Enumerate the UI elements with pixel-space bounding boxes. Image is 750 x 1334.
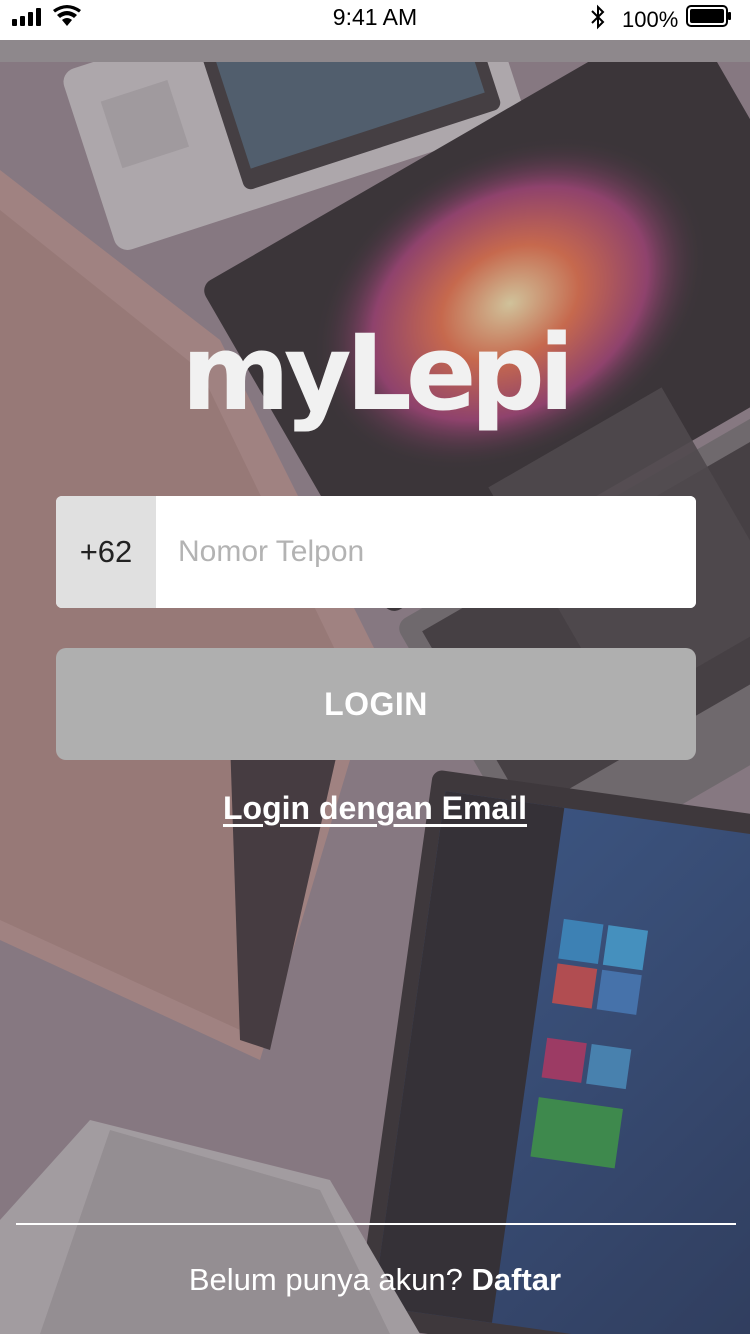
- phone-number-input[interactable]: [156, 496, 696, 608]
- status-bar: 9:41 AM 100%: [0, 0, 750, 40]
- app-logo: myLepi: [181, 312, 574, 434]
- register-link[interactable]: Daftar: [472, 1262, 562, 1297]
- phone-field: +62: [56, 496, 696, 608]
- login-button[interactable]: LOGIN: [56, 648, 696, 760]
- battery-icon: [686, 5, 731, 27]
- register-prompt-text: Belum punya akun?: [188, 1262, 463, 1297]
- battery-percentage: 100%: [622, 7, 679, 32]
- country-code-prefix[interactable]: +62: [56, 496, 156, 608]
- register-prompt: Belum punya akun? Daftar: [0, 1262, 750, 1298]
- divider: [16, 1223, 736, 1225]
- bluetooth-icon: [591, 4, 605, 30]
- login-with-email-link[interactable]: Login dengan Email: [0, 790, 750, 827]
